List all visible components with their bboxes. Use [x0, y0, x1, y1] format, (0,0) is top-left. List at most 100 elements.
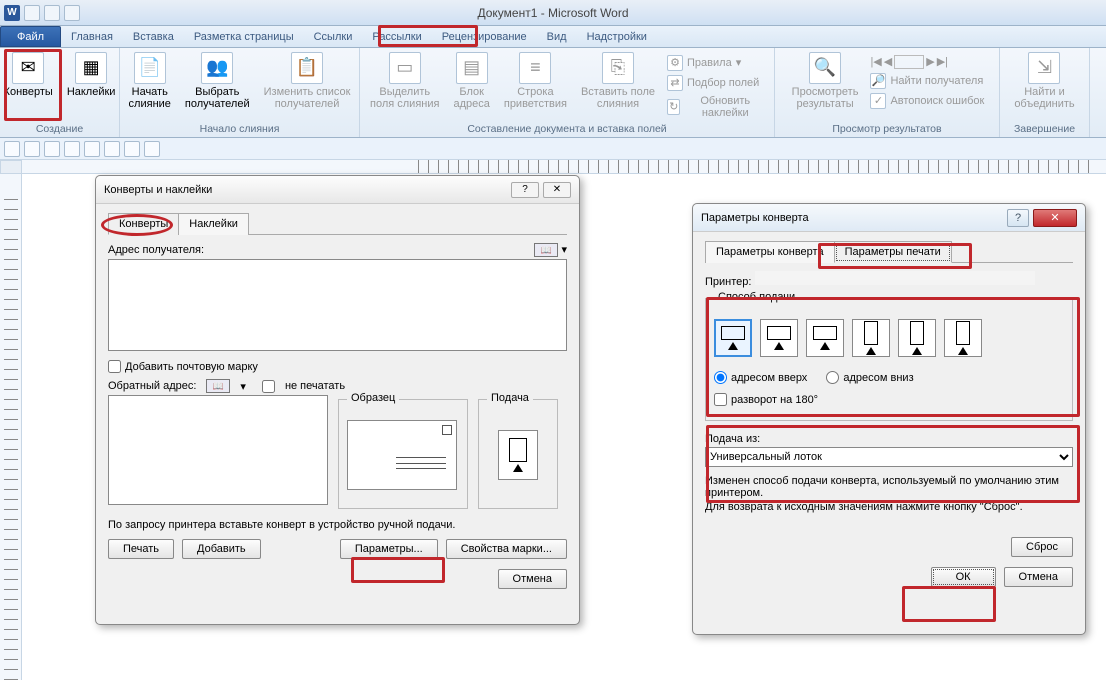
envelope-icon: ✉ — [12, 52, 44, 84]
rules-label: Правила — [687, 57, 732, 69]
highlight-icon: ▭ — [389, 52, 421, 84]
dialog-envelopes-labels: Конверты и наклейки ? ✕ Конверты Наклейк… — [95, 175, 580, 625]
preview-icon: 🔍 — [809, 52, 841, 84]
dlg2-tab-print-params[interactable]: Параметры печати — [834, 241, 952, 263]
group-finish-label: Завершение — [1014, 121, 1075, 137]
tab-file[interactable]: Файл — [0, 26, 61, 47]
return-address-input[interactable] — [108, 395, 328, 505]
btn-select-recipients[interactable]: 👥 Выбрать получателей — [181, 50, 254, 112]
tab-review[interactable]: Рецензирование — [432, 26, 537, 47]
qt-3[interactable] — [44, 141, 60, 157]
qat-undo[interactable] — [44, 5, 60, 21]
rotate-label: разворот на 180° — [731, 394, 818, 406]
address-icon: ▤ — [456, 52, 488, 84]
add-stamp-checkbox[interactable] — [108, 360, 121, 373]
btn-cancel-dlg2[interactable]: Отмена — [1004, 567, 1073, 587]
select-recipients-icon: 👥 — [201, 52, 233, 84]
btn-params[interactable]: Параметры... — [340, 539, 438, 559]
preview-label: Просмотреть результаты — [792, 86, 859, 110]
btn-edit-recipients: 📋 Изменить список получателей — [260, 50, 355, 112]
qt-7[interactable] — [124, 141, 140, 157]
feed-option-3[interactable] — [806, 319, 844, 357]
btn-highlight-fields: ▭ Выделить поля слияния — [366, 50, 443, 112]
ruler-horizontal — [22, 160, 1106, 174]
feed-from-label: Подача из: — [705, 433, 1073, 445]
tab-references[interactable]: Ссылки — [304, 26, 363, 47]
feed-title: Подача — [487, 392, 533, 404]
printer-label: Принтер: — [705, 276, 751, 288]
btn-match: ⇄Подбор полей — [665, 74, 768, 92]
ruler-vertical — [0, 174, 22, 680]
btn-add[interactable]: Добавить — [182, 539, 261, 559]
start-merge-label: Начать слияние — [129, 86, 171, 110]
start-merge-icon: 📄 — [134, 52, 166, 84]
tab-layout[interactable]: Разметка страницы — [184, 26, 304, 47]
qt-1[interactable] — [4, 141, 20, 157]
qat-save[interactable] — [24, 5, 40, 21]
recipient-label: Адрес получателя: — [108, 244, 204, 256]
labels-icon: ▦ — [75, 52, 107, 84]
btn-start-merge[interactable]: 📄 Начать слияние — [125, 50, 175, 112]
dlg1-titlebar[interactable]: Конверты и наклейки ? ✕ — [96, 176, 579, 204]
no-print-checkbox[interactable] — [262, 380, 275, 393]
feed-option-1[interactable] — [714, 319, 752, 357]
sample-preview — [347, 420, 457, 490]
ribbon: ✉ Конверты ▦ Наклейки Создание 📄 Начать … — [0, 48, 1106, 138]
rotate-checkbox[interactable] — [714, 393, 727, 406]
window-title: Документ1 - Microsoft Word — [80, 6, 1026, 20]
btn-stamp-props[interactable]: Свойства марки... — [446, 539, 567, 559]
btn-envelopes[interactable]: ✉ Конверты — [0, 50, 57, 100]
title-bar: W Документ1 - Microsoft Word — [0, 0, 1106, 26]
dlg2-title-text: Параметры конверта — [701, 212, 809, 224]
btn-labels[interactable]: ▦ Наклейки — [63, 50, 120, 100]
check-label: Автопоиск ошибок — [890, 95, 984, 107]
qt-8[interactable] — [144, 141, 160, 157]
dlg2-titlebar[interactable]: Параметры конверта ? ✕ — [693, 204, 1085, 232]
dlg1-help-btn[interactable]: ? — [511, 182, 539, 198]
dlg1-tab-labels[interactable]: Наклейки — [178, 213, 249, 235]
feed-option-5[interactable] — [898, 319, 936, 357]
insertfield-icon: ⎘ — [602, 52, 634, 84]
ribbon-tabs: Файл Главная Вставка Разметка страницы С… — [0, 26, 1106, 48]
qt-6[interactable] — [104, 141, 120, 157]
group-write-label: Составление документа и вставка полей — [467, 121, 666, 137]
addressbook-icon[interactable]: 📖 — [534, 243, 558, 257]
edit-recipients-icon: 📋 — [291, 52, 323, 84]
tray-select[interactable]: Универсальный лоток — [705, 447, 1073, 467]
recipient-address-input[interactable] — [108, 259, 567, 351]
tab-home[interactable]: Главная — [61, 26, 123, 47]
tab-addins[interactable]: Надстройки — [577, 26, 657, 47]
insertfield-label: Вставить поле слияния — [581, 86, 655, 110]
btn-print[interactable]: Печать — [108, 539, 174, 559]
dlg1-close-btn[interactable]: ✕ — [543, 182, 571, 198]
qt-5[interactable] — [84, 141, 100, 157]
qt-2[interactable] — [24, 141, 40, 157]
btn-preview: 🔍 Просмотреть результаты — [788, 50, 863, 112]
radio-address-up[interactable] — [714, 371, 727, 384]
group-preview-label: Просмотр результатов — [832, 121, 941, 137]
dlg2-close-btn[interactable]: ✕ — [1033, 209, 1077, 227]
address-up-label: адресом вверх — [731, 372, 807, 384]
feed-method-title: Способ подачи — [714, 291, 799, 303]
btn-cancel-dlg1[interactable]: Отмена — [498, 569, 567, 589]
changed-note: Изменен способ подачи конверта, использу… — [705, 475, 1073, 499]
btn-find-recipient: 🔎Найти получателя — [868, 72, 986, 90]
dlg1-title-text: Конверты и наклейки — [104, 184, 212, 196]
radio-address-down[interactable] — [826, 371, 839, 384]
addressbook-icon-2[interactable]: 📖 — [206, 379, 230, 393]
feed-option-6[interactable] — [944, 319, 982, 357]
dlg1-tab-envelopes[interactable]: Конверты — [108, 213, 179, 235]
feed-option-4[interactable] — [852, 319, 890, 357]
dlg2-help-btn[interactable]: ? — [1007, 209, 1029, 227]
qat-redo[interactable] — [64, 5, 80, 21]
tab-insert[interactable]: Вставка — [123, 26, 184, 47]
dlg2-tab-envelope-params[interactable]: Параметры конверта — [705, 241, 835, 263]
ruler-corner — [0, 160, 22, 174]
btn-reset[interactable]: Сброс — [1011, 537, 1073, 557]
add-stamp-label: Добавить почтовую марку — [125, 361, 258, 373]
btn-ok[interactable]: ОК — [931, 567, 996, 587]
feed-option-2[interactable] — [760, 319, 798, 357]
qt-4[interactable] — [64, 141, 80, 157]
tab-view[interactable]: Вид — [537, 26, 577, 47]
tab-mailings[interactable]: Рассылки — [362, 26, 431, 47]
